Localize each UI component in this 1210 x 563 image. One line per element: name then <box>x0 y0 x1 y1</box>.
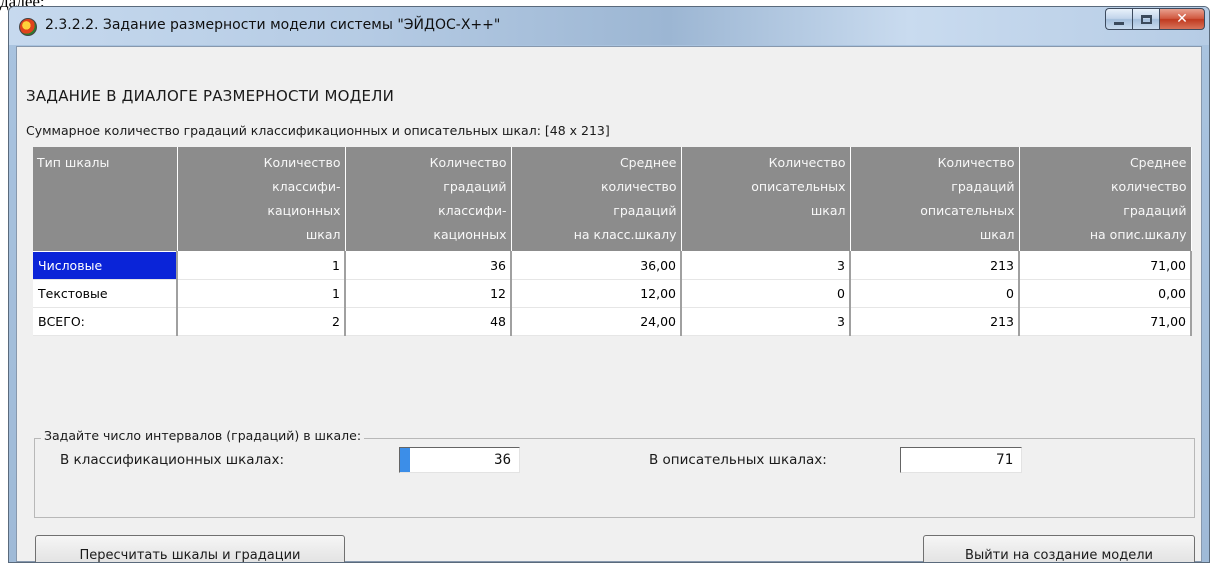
table-cell[interactable]: 24,00 <box>511 307 682 336</box>
header-line: классифи- <box>438 203 507 218</box>
input-selection-highlight <box>400 448 410 472</box>
header-line: шкал <box>810 203 846 218</box>
table-header-row: Тип шкалы Количество классифи-кационных шк… <box>33 147 1192 252</box>
summary-text: Суммарное количество градаций классифика… <box>26 123 610 138</box>
dialog-window: 2.3.2.2. Задание размерности модели сист… <box>8 6 1210 563</box>
header-line: Количество <box>768 155 846 170</box>
dimensions-table: Тип шкалы Количество классифи-кационных шк… <box>33 147 1192 336</box>
close-button[interactable]: ✕ <box>1159 8 1205 30</box>
table-cell[interactable]: 3 <box>681 251 851 280</box>
table-cell[interactable]: 1 <box>177 251 346 280</box>
caption-buttons: ✕ <box>1105 8 1205 30</box>
dialog-heading: ЗАДАНИЕ В ДИАЛОГЕ РАЗМЕРНОСТИ МОДЕЛИ <box>26 87 395 105</box>
header-line: описательных <box>751 179 846 194</box>
table-cell[interactable]: 213 <box>850 251 1020 280</box>
row-type-cell[interactable]: Числовые <box>33 251 178 280</box>
maximize-button[interactable] <box>1132 8 1159 30</box>
table-cell[interactable]: 3 <box>681 307 851 336</box>
header-line: Количество <box>429 155 507 170</box>
window-title: 2.3.2.2. Задание размерности модели сист… <box>45 17 501 33</box>
class-intervals-input[interactable]: 36 <box>399 447 520 473</box>
table-cell[interactable]: 0,00 <box>1019 279 1192 308</box>
col-header-desc-scales[interactable]: Количество описательных шкал <box>681 147 851 252</box>
table-cell[interactable]: 71,00 <box>1019 307 1192 336</box>
header-line: Среднее <box>619 155 677 170</box>
header-line: шкал <box>979 227 1015 242</box>
dialog-client-area: ЗАДАНИЕ В ДИАЛОГЕ РАЗМЕРНОСТИ МОДЕЛИ Сум… <box>16 46 1202 562</box>
table-row[interactable]: Числовые 1 36 36,00 3 213 71,00 <box>33 251 1192 280</box>
header-line: классифи- <box>272 179 341 194</box>
table-cell[interactable]: 213 <box>850 307 1020 336</box>
table-row-total[interactable]: ВСЕГО: 2 48 24,00 3 213 71,00 <box>33 307 1192 336</box>
header-line: описательных <box>920 203 1015 218</box>
desc-intervals-input[interactable]: 71 <box>900 447 1022 473</box>
header-line: градаций <box>613 203 677 218</box>
header-line: количество <box>600 179 677 194</box>
table-cell[interactable]: 36 <box>345 251 512 280</box>
table-cell[interactable]: 12 <box>345 279 512 308</box>
table-cell[interactable]: 0 <box>850 279 1020 308</box>
col-header-avg-desc[interactable]: Среднее количество градаций на опис.шкалу <box>1019 147 1192 252</box>
header-line: градаций <box>443 179 507 194</box>
col-header-class-gradations[interactable]: Количество градаций классифи-кационных <box>345 147 512 252</box>
col-header-desc-gradations[interactable]: Количество градаций описательных шкал <box>850 147 1020 252</box>
table-cell[interactable]: 71,00 <box>1019 251 1192 280</box>
header-line: кационных <box>267 203 341 218</box>
maximize-icon <box>1140 14 1152 24</box>
recalculate-button[interactable]: Пересчитать шкалы и градации <box>35 535 345 562</box>
table-cell[interactable]: 12,00 <box>511 279 682 308</box>
col-header-class-scales[interactable]: Количество классифи-кационных шкал <box>177 147 346 252</box>
class-scales-label: В классификационных шкалах: <box>60 452 285 468</box>
app-icon[interactable] <box>19 18 37 36</box>
close-icon: ✕ <box>1176 11 1188 27</box>
header-line: количество <box>1110 179 1187 194</box>
intervals-group-label: Задайте число интервалов (градаций) в шк… <box>41 428 365 443</box>
title-bar[interactable]: 2.3.2.2. Задание размерности модели сист… <box>9 7 1209 45</box>
minimize-button[interactable] <box>1105 8 1132 30</box>
table-row[interactable]: Текстовые 1 12 12,00 0 0 0,00 <box>33 279 1192 308</box>
exit-to-model-button[interactable]: Выйти на создание модели <box>923 535 1195 562</box>
header-line: градаций <box>1123 203 1187 218</box>
table-cell[interactable]: 48 <box>345 307 512 336</box>
table-cell[interactable]: 2 <box>177 307 346 336</box>
header-line: Количество <box>263 155 341 170</box>
row-type-cell[interactable]: Текстовые <box>33 279 178 308</box>
desc-intervals-value: 71 <box>996 452 1013 468</box>
desc-scales-label: В описательных шкалах: <box>649 452 827 468</box>
minimize-icon <box>1114 21 1124 25</box>
header-line: кационных <box>433 227 507 242</box>
header-line: Среднее <box>1129 155 1187 170</box>
table-cell[interactable]: 1 <box>177 279 346 308</box>
class-intervals-value: 36 <box>494 452 511 468</box>
table-cell[interactable]: 36,00 <box>511 251 682 280</box>
header-line: на опис.шкалу <box>1089 227 1187 242</box>
header-line: Количество <box>937 155 1015 170</box>
header-line: шкал <box>305 227 341 242</box>
header-line: Тип шкалы <box>37 155 110 170</box>
col-header-avg-class[interactable]: Среднее количество градаций на класс.шкалу <box>511 147 682 252</box>
header-line: градаций <box>951 179 1015 194</box>
table-cell[interactable]: 0 <box>681 279 851 308</box>
row-type-cell[interactable]: ВСЕГО: <box>33 307 178 336</box>
header-line: на класс.шкалу <box>573 227 677 242</box>
col-header-scale-type[interactable]: Тип шкалы <box>33 147 178 252</box>
